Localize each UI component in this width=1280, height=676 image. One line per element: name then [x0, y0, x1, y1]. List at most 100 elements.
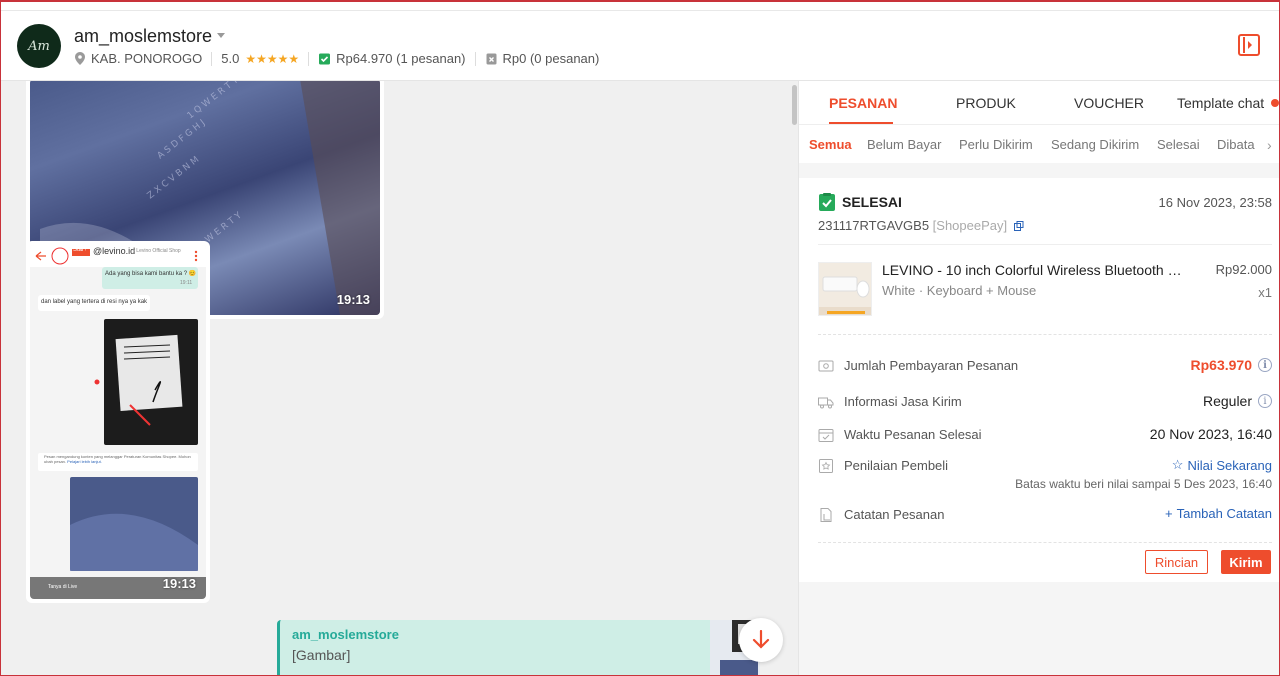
send-order-button[interactable]: Kirim	[1221, 550, 1271, 574]
star-clipboard-icon	[819, 459, 833, 473]
shipping-value: Reguler i	[1203, 393, 1272, 409]
screenshot-message-time: 19:11	[180, 280, 193, 286]
calendar-check-icon	[818, 429, 834, 442]
money-icon	[818, 360, 834, 372]
truck-icon	[818, 397, 834, 409]
review-deadline: Batas waktu beri nilai sampai 5 Des 2023…	[1015, 477, 1272, 491]
order-status-filter: Semua Belum Bayar Perlu Dikirim Sedang D…	[799, 125, 1280, 163]
screenshot-warning: Pesan mengandung konten yang melanggar P…	[44, 454, 191, 464]
tab-pesanan[interactable]: PESANAN	[829, 95, 897, 111]
tab-produk[interactable]: PRODUK	[956, 95, 1016, 111]
payment-method: [ShopeePay]	[932, 218, 1008, 233]
panel-tabs: PESANAN PRODUK VOUCHER Template chat	[799, 81, 1280, 125]
scroll-to-bottom-button[interactable]	[739, 618, 783, 662]
notes-row: Catatan Pesanan + Tambah Catatan	[818, 505, 1272, 525]
order-panel: PESANAN PRODUK VOUCHER Template chat Sem…	[798, 81, 1280, 676]
copy-icon[interactable]	[1013, 221, 1024, 231]
payment-total-value: Rp63.970 i	[1191, 357, 1272, 373]
status-label: SELESAI	[842, 194, 902, 210]
svg-text:1 Q W E R T Y: 1 Q W E R T Y	[186, 81, 241, 121]
payment-total-row: Jumlah Pembayaran Pesanan Rp63.970 i	[818, 356, 1272, 376]
svg-text:A S D F G H J: A S D F G H J	[156, 118, 208, 161]
shop-badge: Star+	[73, 247, 88, 253]
divider	[818, 542, 1272, 543]
shop-subtitle: ~ Levino Official Shop	[132, 248, 181, 254]
arrow-down-icon	[752, 630, 770, 649]
shop-rating: 5.0	[221, 51, 240, 66]
message-time: 19:13	[162, 576, 196, 591]
completed-time-label: Waktu Pesanan Selesai	[844, 427, 982, 442]
divider	[474, 51, 476, 66]
product-quantity: x1	[1258, 285, 1272, 300]
review-row: Penilaian Pembeli ☆ Nilai Sekarang	[818, 456, 1272, 476]
divider	[818, 244, 1272, 245]
review-label: Penilaian Pembeli	[844, 458, 949, 473]
paid-orders-summary: Rp64.970 (1 pesanan)	[336, 51, 466, 66]
subtab-belum-bayar[interactable]: Belum Bayar	[867, 137, 941, 152]
product-name[interactable]: LEVINO - 10 inch Colorful Wireless Bluet…	[882, 262, 1187, 278]
shop-avatar[interactable]: Am	[17, 24, 61, 68]
plus-icon: +	[1165, 506, 1173, 521]
rating-stars-icon: ★★★★★	[245, 51, 300, 66]
subtab-sedang-dikirim[interactable]: Sedang Dikirim	[1051, 137, 1139, 152]
info-icon[interactable]: i	[1258, 394, 1272, 408]
shop-meta: KAB. PONOROGO 5.0 ★★★★★ Rp64.970 (1 pesa…	[75, 51, 599, 66]
divider	[308, 51, 310, 66]
completed-time-value: 20 Nov 2023, 16:40	[1149, 426, 1272, 442]
paid-clipboard-icon	[318, 52, 331, 65]
svg-text:Z X C V B N M: Z X C V B N M	[146, 155, 201, 201]
screenshot-message: Ada yang bisa kami bantu ka ? 😊	[105, 271, 197, 277]
payment-total-label: Jumlah Pembayaran Pesanan	[844, 358, 1019, 373]
active-tab-indicator	[829, 122, 893, 124]
cancelled-clipboard-icon	[485, 52, 498, 65]
order-id: 231117RTGAVGB5	[818, 218, 930, 233]
subtab-dibatalkan[interactable]: Dibata	[1217, 137, 1255, 152]
chevron-down-icon[interactable]	[217, 33, 225, 38]
message-time: 19:13	[336, 292, 370, 307]
subtab-perlu-dikirim[interactable]: Perlu Dikirim	[959, 137, 1033, 152]
screenshot-image: @levino.id Star+ ~ Levino Official Shop …	[30, 245, 206, 599]
location-pin-icon	[75, 52, 85, 65]
divider	[0, 10, 1280, 11]
notes-label: Catatan Pesanan	[844, 507, 945, 522]
collapse-panel-icon[interactable]	[1238, 34, 1260, 56]
tab-template-chat[interactable]: Template chat	[1177, 95, 1264, 111]
chat-messages[interactable]: 1 Q W E R T Y A S D F G H J Z X C V B N …	[0, 81, 798, 676]
order-detail-button[interactable]: Rincian	[1145, 550, 1208, 574]
screenshot-message: dan label yang tertera di resi nya ya ka…	[41, 299, 148, 305]
shop-location: KAB. PONOROGO	[91, 51, 203, 66]
chat-header: Am am_moslemstore KAB. PONOROGO 5.0 ★★★★…	[0, 0, 1280, 81]
shop-name[interactable]: am_moslemstore	[74, 26, 212, 47]
divider	[211, 51, 213, 66]
product-image[interactable]	[818, 262, 872, 316]
notification-dot	[1271, 99, 1279, 107]
completed-time-row: Waktu Pesanan Selesai 20 Nov 2023, 16:40	[818, 425, 1272, 445]
order-id-line: 231117RTGAVGB5 [ShopeePay]	[818, 218, 1024, 233]
note-icon	[820, 508, 832, 522]
divider	[818, 334, 1272, 335]
check-clipboard-icon	[819, 193, 835, 211]
product-variant: White · Keyboard + Mouse	[882, 283, 1037, 298]
subtab-selesai[interactable]: Selesai	[1157, 137, 1200, 152]
message-preview[interactable]: am_moslemstore [Gambar]	[277, 620, 760, 676]
order-card: SELESAI 16 Nov 2023, 23:58 231117RTGAVGB…	[799, 178, 1280, 582]
order-status: SELESAI	[818, 193, 902, 211]
chevron-right-icon[interactable]: ›	[1267, 137, 1272, 153]
subtab-semua[interactable]: Semua	[809, 137, 852, 152]
add-note-link[interactable]: + Tambah Catatan	[1165, 506, 1272, 521]
shipping-label: Informasi Jasa Kirim	[844, 394, 962, 409]
tab-voucher[interactable]: VOUCHER	[1074, 95, 1144, 111]
shipping-row: Informasi Jasa Kirim Reguler i	[818, 392, 1272, 412]
image-message[interactable]: @levino.id Star+ ~ Levino Official Shop …	[26, 241, 210, 603]
scrollbar[interactable]	[792, 85, 797, 125]
sender-name: am_moslemstore	[292, 627, 399, 642]
product-price: Rp92.000	[1215, 262, 1272, 277]
info-icon[interactable]: i	[1258, 358, 1272, 372]
message-text: [Gambar]	[292, 647, 351, 663]
shop-handle: @levino.id	[93, 246, 136, 256]
star-icon: ☆	[1171, 457, 1184, 472]
cancelled-orders-summary: Rp0 (0 pesanan)	[502, 51, 600, 66]
rate-now-link[interactable]: ☆ Nilai Sekarang	[1172, 457, 1272, 473]
order-date: 16 Nov 2023, 23:58	[1158, 195, 1272, 210]
avatar-logo: Am	[28, 38, 50, 54]
